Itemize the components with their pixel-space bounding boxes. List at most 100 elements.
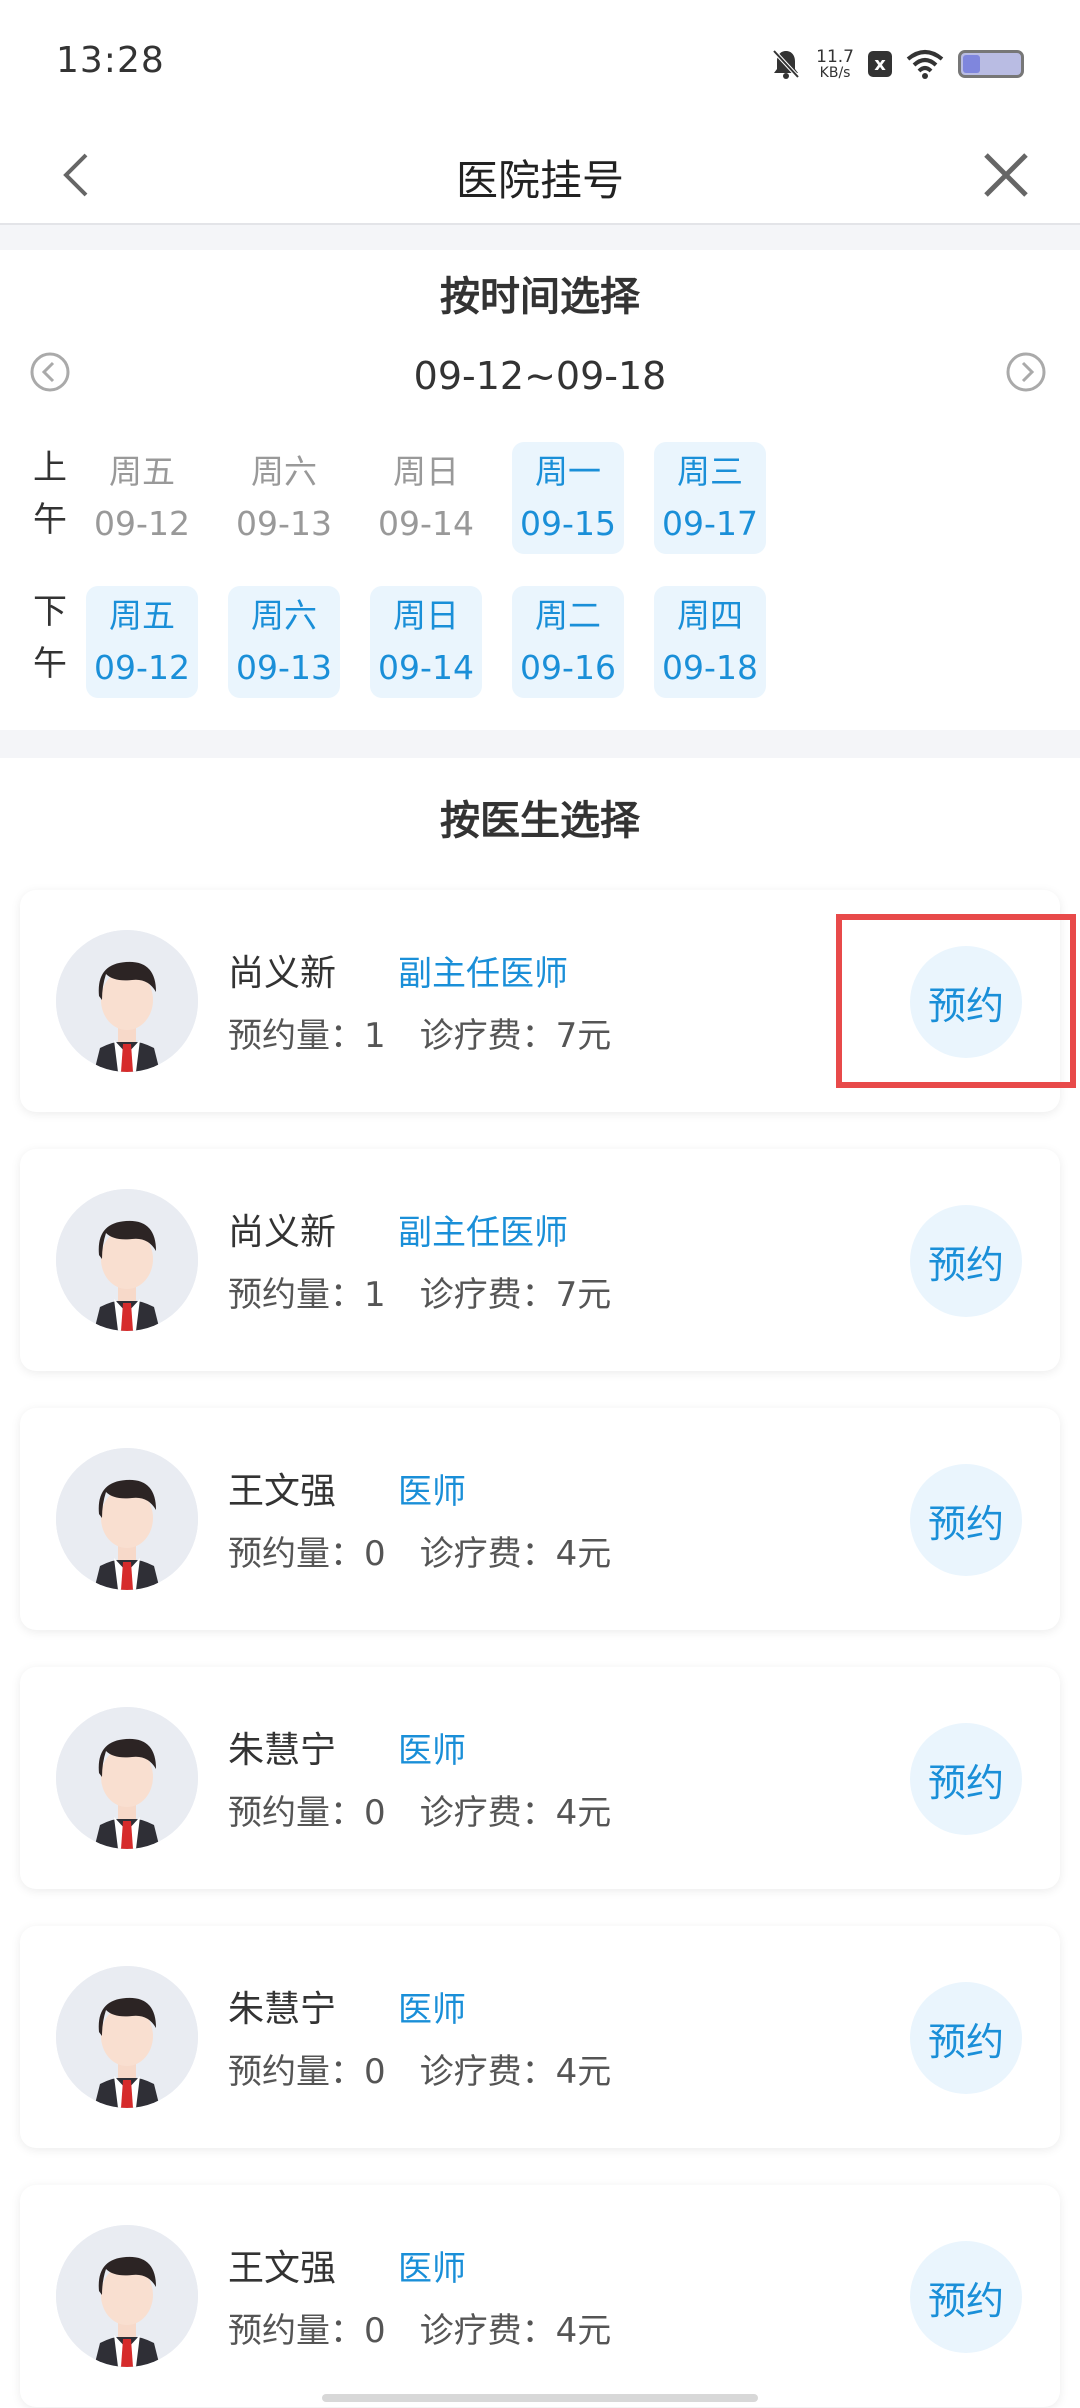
pm-label-char: 下 [33,592,67,632]
doctor-section-title: 按医生选择 [440,798,640,844]
pm-day-date: 09-16 [520,648,616,687]
pm-day-date: 09-14 [378,648,474,687]
doctor-title: 副主任医师 [398,954,568,994]
book-button[interactable]: 预约 [910,2241,1022,2353]
bell-muted-icon [772,49,800,79]
doctor-meta: 预约量：1 诊疗费：7元 [228,1267,611,1316]
network-speed: 11.7 KB/s [816,46,854,81]
doctor-meta: 预约量：0 诊疗费：4元 [228,2303,611,2352]
home-indicator [322,2394,758,2402]
network-speed-value: 11.7 [816,46,854,67]
doctor-title: 副主任医师 [398,1213,568,1253]
doctor-avatar [56,930,198,1072]
doctor-meta: 预约量：1 诊疗费：7元 [228,1008,611,1057]
book-button[interactable]: 预约 [910,1464,1022,1576]
pm-day-weekday: 周四 [677,596,743,635]
am-day-slot[interactable]: 周一 09-15 [512,442,624,554]
doctor-avatar [56,1448,198,1590]
doctor-name: 朱慧宁 [228,1989,337,2030]
pm-day-slot[interactable]: 周二 09-16 [512,586,624,698]
am-label-char: 午 [33,500,67,540]
doctor-title: 医师 [398,1731,466,1771]
book-button[interactable]: 预约 [910,1982,1022,2094]
pm-day-weekday: 周二 [535,596,601,635]
am-label-char: 上 [33,448,67,488]
pm-day-slot[interactable]: 周四 09-18 [654,586,766,698]
book-button[interactable]: 预约 [910,1205,1022,1317]
week-range: 09-12~09-18 [413,354,667,398]
doctor-title: 医师 [398,2249,466,2289]
am-day-date: 09-14 [378,504,474,543]
am-day-weekday: 周三 [677,452,743,491]
am-day-slot[interactable]: 周三 09-17 [654,442,766,554]
pm-day-weekday: 周六 [251,596,317,635]
doctor-card[interactable]: 朱慧宁 医师 预约量：0 诊疗费：4元 预约 [20,1926,1060,2148]
doctor-avatar [56,1189,198,1331]
doctor-card[interactable]: 朱慧宁 医师 预约量：0 诊疗费：4元 预约 [20,1667,1060,1889]
am-day-slot: 周五 09-12 [86,442,198,554]
doctor-name: 尚义新 [228,1212,337,1253]
pm-day-weekday: 周五 [109,596,175,635]
doctor-avatar [56,1966,198,2108]
am-day-date: 09-13 [236,504,332,543]
status-bar: 13:28 11.7 KB/s x [0,0,1080,125]
pm-day-weekday: 周日 [393,596,459,635]
am-day-weekday: 周五 [109,452,175,491]
appointment-count: 0 [364,1793,386,1833]
pm-label-char: 午 [33,644,67,684]
fee-label: 诊疗费： [419,2052,556,2092]
network-speed-unit: KB/s [819,64,851,81]
pm-day-date: 09-18 [662,648,758,687]
doctor-title: 医师 [398,1472,466,1512]
fee-value: 4元 [555,1793,612,1833]
doctor-card[interactable]: 尚义新 副主任医师 预约量：1 诊疗费：7元 预约 [20,890,1060,1112]
pm-day-slot[interactable]: 周日 09-14 [370,586,482,698]
appointment-count-label: 预约量： [228,1793,364,1833]
pm-day-slot[interactable]: 周五 09-12 [86,586,198,698]
doctor-meta: 预约量：0 诊疗费：4元 [228,1785,611,1834]
am-day-slot: 周六 09-13 [228,442,340,554]
doctor-avatar [56,1707,198,1849]
appointment-count: 0 [364,2052,386,2092]
fee-value: 7元 [555,1016,612,1056]
pm-day-slot[interactable]: 周六 09-13 [228,586,340,698]
book-button[interactable]: 预约 [910,946,1022,1058]
status-time: 13:28 [56,40,165,81]
doctor-name: 王文强 [228,2248,337,2289]
doctor-card[interactable]: 尚义新 副主任医师 预约量：1 诊疗费：7元 预约 [20,1149,1060,1371]
doctor-meta: 预约量：0 诊疗费：4元 [228,2044,611,2093]
fee-value: 4元 [555,1534,612,1574]
fee-label: 诊疗费： [419,1793,556,1833]
close-icon[interactable] [972,141,1040,209]
appointment-count-label: 预约量： [228,2052,364,2092]
am-day-date: 09-17 [662,504,758,543]
am-day-slot: 周日 09-14 [370,442,482,554]
am-day-date: 09-12 [94,504,190,543]
time-selection-section: 按时间选择 09-12~09-18 上 午 周五 09-12 周六 09-13 … [0,250,1080,730]
doctor-title: 医师 [398,1990,466,2030]
fee-label: 诊疗费： [419,1275,556,1315]
doctor-name: 王文强 [228,1471,337,1512]
app-header: 医院挂号 [0,125,1080,225]
pm-day-date: 09-13 [236,648,332,687]
doctor-card[interactable]: 王文强 医师 预约量：0 诊疗费：4元 预约 [20,1408,1060,1630]
appointment-count-label: 预约量： [228,1534,364,1574]
page-title: 医院挂号 [455,156,624,205]
am-day-weekday: 周日 [393,452,459,491]
doctor-card[interactable]: 王文强 医师 预约量：0 诊疗费：4元 预约 [20,2185,1060,2407]
doctor-avatar [56,2225,198,2367]
pm-label: 下 午 [30,586,70,690]
fee-value: 4元 [555,2052,612,2092]
appointment-count-label: 预约量： [228,1016,364,1056]
wifi-icon [906,50,944,79]
status-icons: 11.7 KB/s x [770,44,1024,84]
appointment-count-label: 预约量： [228,2311,364,2351]
fee-value: 7元 [555,1275,612,1315]
next-week-icon[interactable] [1004,350,1048,394]
appointment-count: 0 [364,2311,386,2351]
fee-label: 诊疗费： [419,1016,556,1056]
book-button[interactable]: 预约 [910,1723,1022,1835]
fee-value: 4元 [555,2311,612,2351]
notification-x-icon: x [868,51,892,77]
am-day-weekday: 周六 [251,452,317,491]
